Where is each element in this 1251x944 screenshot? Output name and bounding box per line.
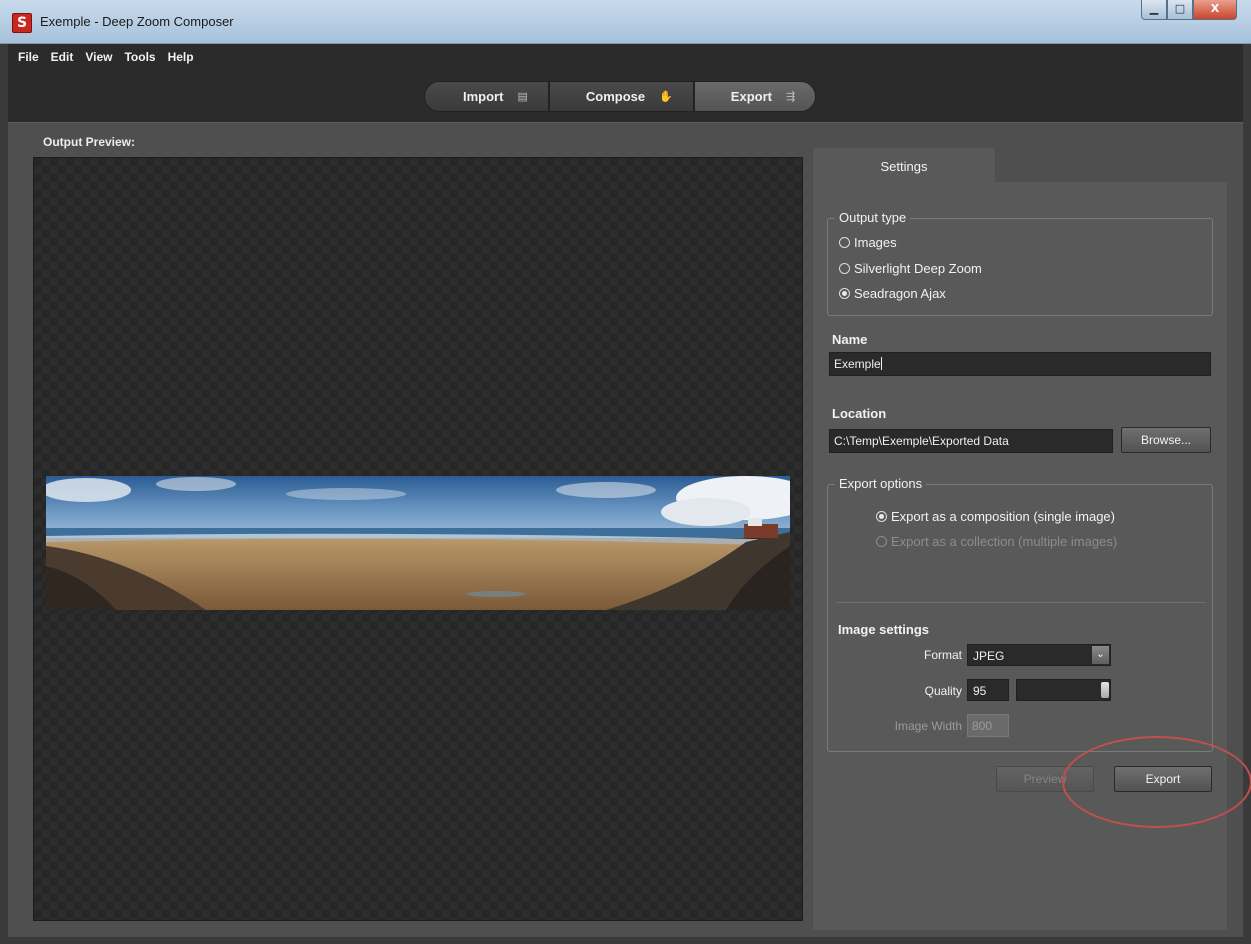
annotation-circle bbox=[1062, 736, 1251, 828]
quality-input[interactable]: 95 bbox=[967, 679, 1009, 701]
image-width-value: 800 bbox=[972, 719, 993, 733]
image-settings-label: Image settings bbox=[838, 622, 930, 637]
export-composition-option[interactable]: Export as a composition (single image) bbox=[876, 509, 1115, 524]
output-type-images-label: Images bbox=[854, 235, 897, 250]
quality-slider-thumb[interactable] bbox=[1101, 682, 1109, 698]
format-select[interactable]: JPEG ⌄ bbox=[967, 644, 1111, 666]
output-type-seadragon-label: Seadragon Ajax bbox=[854, 286, 946, 301]
menu-help[interactable]: Help bbox=[168, 50, 194, 64]
panorama-photo bbox=[46, 476, 790, 610]
mode-switcher: Import ▤ Compose ✋ Export ⇶ bbox=[424, 81, 817, 112]
mode-export-label: Export bbox=[730, 89, 772, 104]
mode-import[interactable]: Import ▤ bbox=[424, 81, 549, 112]
browse-button[interactable]: Browse... bbox=[1121, 427, 1211, 453]
output-type-silverlight[interactable]: Silverlight Deep Zoom bbox=[839, 261, 982, 276]
output-type-legend: Output type bbox=[835, 210, 911, 225]
maximize-button[interactable]: □ bbox=[1167, 0, 1193, 20]
quality-input-value: 95 bbox=[973, 684, 987, 698]
format-label: Format bbox=[923, 648, 962, 662]
mode-bar: Import ▤ Compose ✋ Export ⇶ bbox=[8, 70, 1243, 122]
window-controls: ▁ □ X bbox=[1141, 0, 1237, 22]
app-logo-icon: S bbox=[12, 13, 32, 33]
menu-view[interactable]: View bbox=[85, 50, 112, 64]
mode-import-label: Import bbox=[463, 89, 504, 104]
quality-label: Quality bbox=[924, 684, 962, 698]
output-preview-label: Output Preview: bbox=[43, 135, 136, 149]
radio-images[interactable] bbox=[839, 237, 850, 248]
export-options-divider bbox=[836, 602, 1206, 603]
panorama-image bbox=[46, 476, 790, 610]
name-label: Name bbox=[832, 332, 868, 347]
export-composition-label: Export as a composition (single image) bbox=[891, 509, 1115, 524]
tab-settings[interactable]: Settings bbox=[813, 148, 995, 183]
location-label: Location bbox=[832, 406, 887, 421]
output-type-seadragon[interactable]: Seadragon Ajax bbox=[839, 286, 946, 301]
window-title: Exemple - Deep Zoom Composer bbox=[40, 14, 234, 29]
export-options-legend: Export options bbox=[835, 476, 927, 491]
mode-compose-label: Compose bbox=[585, 89, 646, 104]
export-collection-label: Export as a collection (multiple images) bbox=[891, 534, 1118, 549]
mode-compose[interactable]: Compose ✋ bbox=[548, 81, 694, 112]
export-options-group: Export options bbox=[827, 476, 1213, 752]
radio-collection[interactable] bbox=[876, 536, 887, 547]
minimize-button[interactable]: ▁ bbox=[1141, 0, 1167, 20]
mode-export[interactable]: Export ⇶ bbox=[693, 81, 817, 112]
output-type-silverlight-label: Silverlight Deep Zoom bbox=[854, 261, 982, 276]
export-icon: ⇶ bbox=[785, 91, 796, 103]
name-input[interactable]: Exemple bbox=[829, 352, 1211, 376]
text-caret bbox=[880, 357, 882, 370]
menu-bar: File Edit View Tools Help bbox=[8, 44, 1243, 70]
menu-tools[interactable]: Tools bbox=[124, 50, 155, 64]
image-width-label: Image Width bbox=[894, 719, 962, 733]
close-button[interactable]: X bbox=[1193, 0, 1237, 20]
radio-composition[interactable] bbox=[876, 511, 887, 522]
chevron-down-icon[interactable]: ⌄ bbox=[1092, 646, 1109, 664]
quality-slider[interactable] bbox=[1016, 679, 1111, 701]
title-bar: S Exemple - Deep Zoom Composer ▁ □ X bbox=[0, 0, 1251, 44]
output-type-images[interactable]: Images bbox=[839, 235, 897, 250]
hand-icon: ✋ bbox=[659, 91, 673, 103]
location-input-value: C:\Temp\Exemple\Exported Data bbox=[834, 434, 1009, 448]
radio-silverlight[interactable] bbox=[839, 263, 850, 274]
menu-file[interactable]: File bbox=[18, 50, 39, 64]
name-input-value: Exemple bbox=[834, 357, 881, 371]
location-input[interactable]: C:\Temp\Exemple\Exported Data bbox=[829, 429, 1113, 453]
image-width-input[interactable]: 800 bbox=[967, 714, 1009, 737]
export-collection-option[interactable]: Export as a collection (multiple images) bbox=[876, 534, 1117, 549]
radio-seadragon[interactable] bbox=[839, 288, 850, 299]
menu-edit[interactable]: Edit bbox=[51, 50, 74, 64]
format-select-value: JPEG bbox=[973, 649, 1005, 663]
import-icon: ▤ bbox=[517, 91, 528, 103]
